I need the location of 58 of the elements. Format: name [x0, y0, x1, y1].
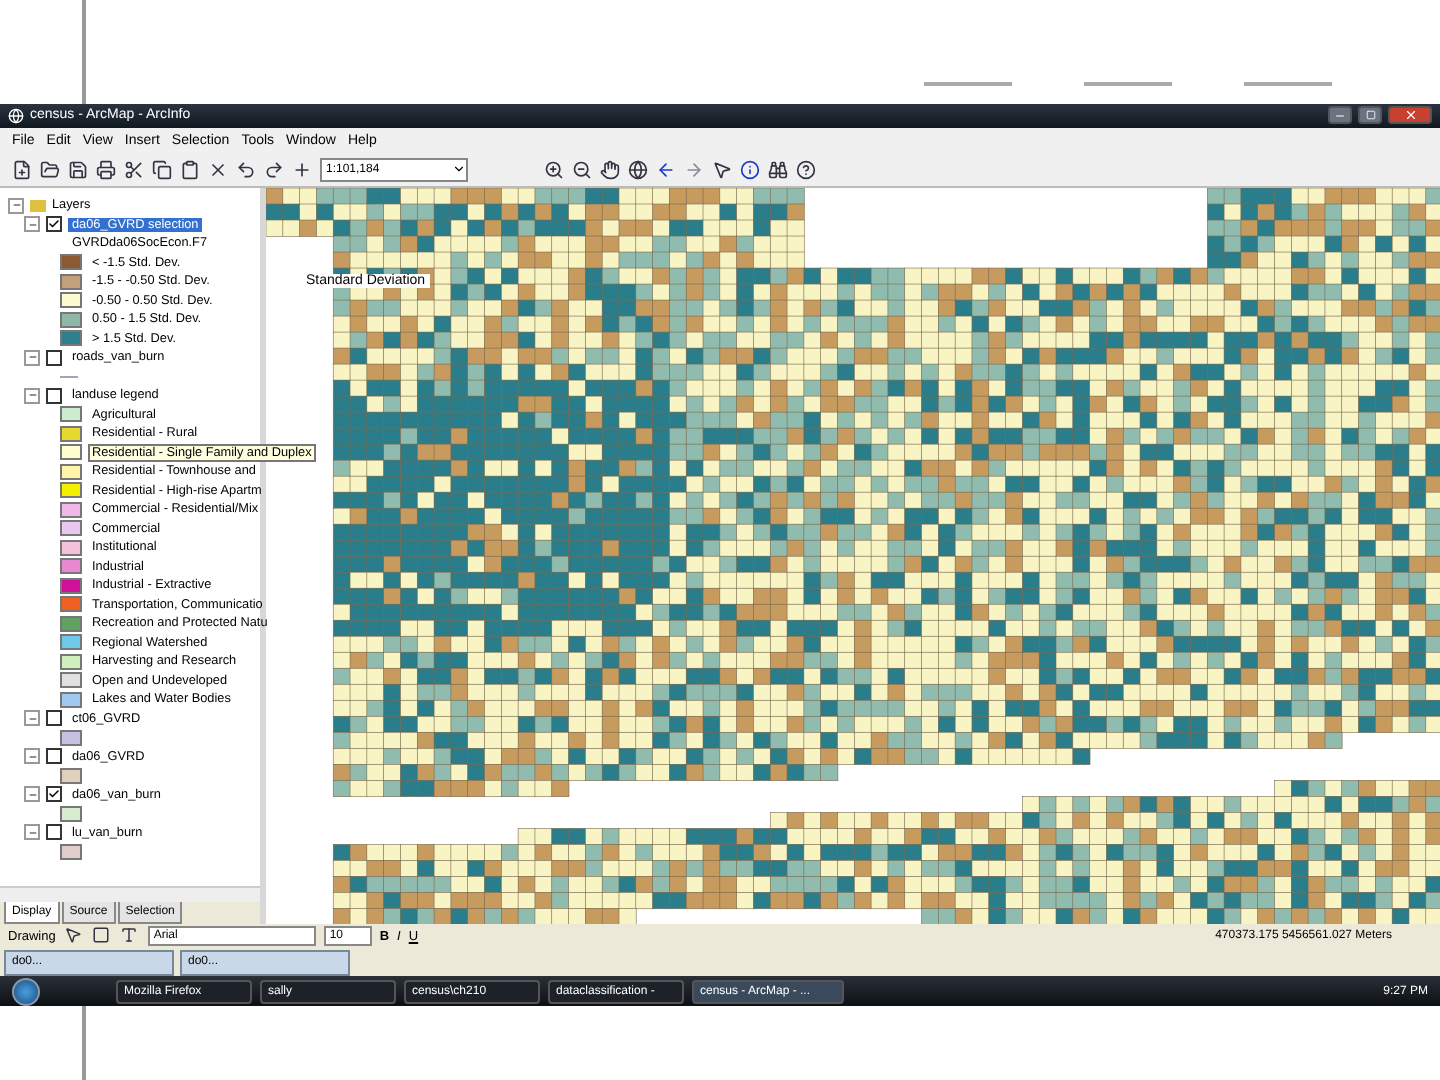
layer-checkbox[interactable] [46, 710, 62, 727]
layer-checkbox[interactable] [46, 748, 62, 765]
layers-icon [30, 199, 46, 212]
forward-arrow-icon[interactable] [684, 159, 704, 180]
checkmark-icon [48, 218, 60, 231]
layer-checkbox[interactable] [46, 387, 62, 404]
layer-checkbox[interactable] [46, 786, 62, 803]
minus-icon [27, 789, 37, 800]
pointer-icon[interactable] [63, 926, 84, 947]
back-arrow-icon[interactable] [656, 159, 676, 180]
collapse-toggle[interactable] [8, 197, 24, 214]
app-icon [8, 107, 24, 124]
zoom-in-icon[interactable] [544, 159, 564, 180]
close-icon [1403, 108, 1417, 123]
collapse-toggle[interactable] [24, 216, 40, 233]
delete-icon[interactable] [208, 159, 228, 180]
redo-icon[interactable] [264, 159, 284, 180]
collapse-toggle[interactable] [24, 786, 40, 803]
pointer-icon[interactable] [712, 159, 732, 180]
print-icon[interactable] [96, 159, 116, 180]
minimize-icon [1334, 109, 1346, 122]
minus-icon [27, 352, 37, 363]
collapse-toggle[interactable] [24, 710, 40, 727]
collapse-toggle[interactable] [24, 824, 40, 841]
zoom-out-icon[interactable] [572, 159, 592, 180]
checkmark-icon [48, 788, 60, 801]
minus-icon [27, 390, 37, 401]
start-button[interactable] [12, 977, 40, 1006]
close-button[interactable] [1388, 106, 1432, 125]
new-file-icon[interactable] [12, 159, 32, 180]
undo-icon[interactable] [236, 159, 256, 180]
minimize-button[interactable] [1328, 106, 1352, 125]
layer-checkbox[interactable] [46, 349, 62, 366]
cut-icon[interactable] [124, 159, 144, 180]
layer-checkbox[interactable] [46, 824, 62, 841]
text-icon[interactable] [119, 926, 140, 947]
caret-icon [452, 162, 466, 177]
open-folder-icon[interactable] [40, 159, 60, 180]
minus-icon [27, 751, 37, 762]
paste-icon[interactable] [180, 159, 200, 180]
pan-icon[interactable] [600, 159, 620, 180]
horizontal-scrollbar[interactable] [0, 886, 260, 903]
save-icon[interactable] [68, 159, 88, 180]
rectangle-icon[interactable] [91, 926, 112, 947]
copy-icon[interactable] [152, 159, 172, 180]
globe-icon[interactable] [628, 159, 648, 180]
binoculars-icon[interactable] [768, 159, 788, 180]
add-data-icon[interactable] [292, 159, 312, 180]
maximize-icon [1365, 110, 1375, 121]
help-icon[interactable] [796, 159, 816, 180]
collapse-toggle[interactable] [24, 387, 40, 404]
collapse-toggle[interactable] [24, 748, 40, 765]
maximize-button[interactable] [1358, 106, 1382, 125]
minus-icon [27, 827, 37, 838]
collapse-toggle[interactable] [24, 349, 40, 366]
layer-checkbox[interactable] [46, 216, 62, 233]
minus-icon [27, 713, 37, 724]
identify-icon[interactable] [740, 159, 760, 180]
